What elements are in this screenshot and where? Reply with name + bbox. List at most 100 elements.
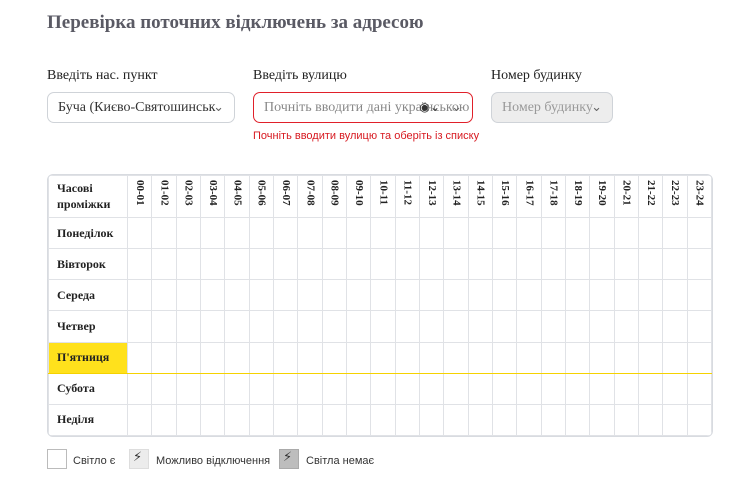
schedule-cell xyxy=(224,248,250,281)
schedule-cell xyxy=(589,216,615,250)
table-row: Субота xyxy=(48,372,712,405)
schedule-cell xyxy=(394,310,420,343)
schedule-cell xyxy=(199,248,226,281)
schedule-cell xyxy=(613,372,639,405)
schedule-cell xyxy=(272,216,299,250)
hour-label: 15-16 xyxy=(498,180,511,206)
schedule-cell xyxy=(540,372,566,405)
schedule-cell xyxy=(516,310,542,343)
hour-header: 13-14 xyxy=(443,175,469,218)
schedule-cell xyxy=(370,279,396,312)
schedule-cell xyxy=(297,341,323,374)
schedule-cell xyxy=(126,310,153,343)
day-label: П'ятниця xyxy=(48,341,128,374)
hour-label: 12-13 xyxy=(425,180,438,206)
schedule-cell xyxy=(491,279,518,312)
schedule-cell xyxy=(297,216,323,250)
schedule-cell xyxy=(370,310,396,343)
time-ranges-header: Часові проміжки xyxy=(48,175,128,218)
hour-header: 15-16 xyxy=(491,175,518,218)
schedule-cell xyxy=(126,372,153,405)
schedule-cell xyxy=(248,403,274,436)
table-row: Понеділок xyxy=(48,216,712,250)
schedule-cell xyxy=(175,341,201,374)
hour-label: 08-09 xyxy=(328,180,341,206)
schedule-cell xyxy=(589,310,615,343)
schedule-cell xyxy=(443,341,469,374)
schedule-table: Часові проміжки 00-01 01-02 02-03 03-04 04-05… xyxy=(47,174,713,437)
schedule-cell xyxy=(613,279,639,312)
schedule-cell xyxy=(248,372,274,405)
schedule-cell xyxy=(394,341,420,374)
schedule-cell xyxy=(443,310,469,343)
schedule-cell xyxy=(637,279,664,312)
schedule-cell xyxy=(686,216,712,250)
schedule-cell xyxy=(321,216,347,250)
hour-header: 06-07 xyxy=(272,175,299,218)
schedule-cell xyxy=(467,372,493,405)
schedule-cell xyxy=(345,372,372,405)
schedule-cell xyxy=(321,341,347,374)
schedule-cell xyxy=(662,216,688,250)
schedule-cell xyxy=(272,248,299,281)
schedule-cell xyxy=(540,216,566,250)
schedule-cell xyxy=(199,372,226,405)
schedule-cell xyxy=(686,248,712,281)
schedule-cell xyxy=(662,310,688,343)
schedule-cell xyxy=(224,372,250,405)
schedule-cell xyxy=(418,310,445,343)
schedule-cell xyxy=(467,341,493,374)
schedule-cell xyxy=(637,341,664,374)
schedule-cell xyxy=(540,279,566,312)
schedule-cell xyxy=(662,248,688,281)
hour-header: 07-08 xyxy=(297,175,323,218)
city-select[interactable]: Буча (Києво-Святошинськ ⌄ xyxy=(47,92,235,123)
schedule-cell xyxy=(613,216,639,250)
hour-header: 03-04 xyxy=(199,175,226,218)
schedule-cell xyxy=(540,341,566,374)
schedule-cell xyxy=(272,279,299,312)
schedule-cell xyxy=(516,341,542,374)
schedule-cell xyxy=(443,216,469,250)
schedule-cell xyxy=(272,310,299,343)
schedule-cell xyxy=(175,403,201,436)
schedule-cell xyxy=(686,279,712,312)
chevron-down-icon[interactable]: ⌄ xyxy=(451,93,462,122)
hour-label: 07-08 xyxy=(304,180,317,206)
house-label: Номер будинку xyxy=(491,68,582,83)
house-select[interactable]: Номер будинку ⌄ xyxy=(491,92,613,123)
schedule-cell xyxy=(151,341,177,374)
hour-label: 19-20 xyxy=(596,180,609,206)
hour-label: 00-01 xyxy=(134,180,146,206)
schedule-cell xyxy=(224,403,250,436)
schedule-cell xyxy=(126,248,153,281)
street-input[interactable]: Почніть вводити дані українською ◉⌄ ⌄ xyxy=(253,92,473,123)
schedule-cell xyxy=(394,372,420,405)
schedule-cell xyxy=(637,216,664,250)
city-value: Буча (Києво-Святошинськ xyxy=(58,100,216,115)
schedule-cell xyxy=(151,403,177,436)
hour-header: 02-03 xyxy=(175,175,201,218)
schedule-cell xyxy=(491,216,518,250)
schedule-cell xyxy=(297,310,323,343)
schedule-cell xyxy=(516,372,542,405)
schedule-cell xyxy=(248,279,274,312)
schedule-cell xyxy=(151,216,177,250)
schedule-cell xyxy=(516,216,542,250)
hour-header: 16-17 xyxy=(516,175,542,218)
table-row: Четвер xyxy=(48,310,712,343)
user-icon[interactable]: ◉⌄ xyxy=(419,93,440,122)
hour-label: 14-15 xyxy=(474,180,487,206)
hour-label: 18-19 xyxy=(571,180,584,206)
legend-no-light-swatch: ⚡ xyxy=(279,449,299,469)
schedule-cell xyxy=(686,310,712,343)
legend-light-on: Світло є xyxy=(73,455,116,467)
schedule-cell xyxy=(370,341,396,374)
schedule-cell xyxy=(540,310,566,343)
schedule-cell xyxy=(272,403,299,436)
schedule-cell xyxy=(297,403,323,436)
hour-label: 23-24 xyxy=(693,180,706,206)
schedule-cell xyxy=(297,248,323,281)
table-row: Вівторок xyxy=(48,248,712,281)
schedule-cell xyxy=(686,372,712,405)
